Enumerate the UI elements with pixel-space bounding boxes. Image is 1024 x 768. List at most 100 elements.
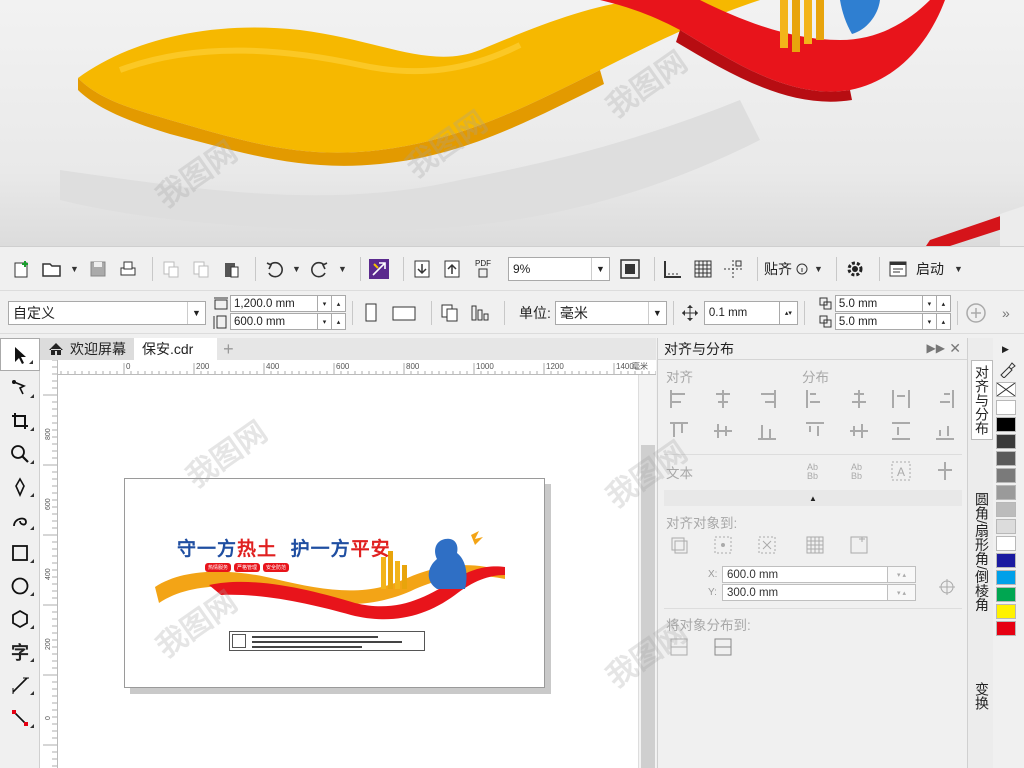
color-swatch[interactable] bbox=[996, 451, 1016, 466]
distribute-to-selection-icon[interactable] bbox=[668, 636, 690, 658]
ellipse-tool-icon[interactable] bbox=[0, 569, 40, 602]
save-icon[interactable] bbox=[86, 257, 110, 281]
docker-close-icon[interactable]: ✕ bbox=[949, 340, 961, 357]
rectangle-tool-icon[interactable] bbox=[0, 536, 40, 569]
shape-tool-icon[interactable] bbox=[0, 371, 40, 404]
distribute-center-h-icon[interactable] bbox=[848, 388, 870, 410]
text-outline-icon[interactable] bbox=[934, 460, 956, 482]
print-icon[interactable] bbox=[116, 257, 140, 281]
align-left-icon[interactable] bbox=[668, 388, 690, 410]
show-grid-icon[interactable] bbox=[691, 257, 715, 281]
vertical-ruler[interactable]: 8006004002000-200 bbox=[40, 360, 58, 768]
snap-to-menu-label[interactable]: 贴齐 bbox=[764, 259, 792, 279]
launch-dropdown-icon[interactable]: ▼ bbox=[954, 264, 964, 274]
tab-document[interactable]: 保安.cdr bbox=[134, 338, 218, 360]
text-bounding-box-icon[interactable]: A bbox=[890, 460, 912, 482]
add-tab-button[interactable]: + bbox=[217, 338, 239, 360]
horizontal-ruler[interactable]: 0 200 400 600 800 1000 1200 1400 毫米 bbox=[58, 360, 656, 375]
launch-menu-label[interactable]: 启动 bbox=[916, 259, 944, 279]
options-gear-icon[interactable] bbox=[843, 257, 867, 281]
align-center-h-icon[interactable] bbox=[712, 388, 734, 410]
page-height-input[interactable]: 600.0 mm bbox=[230, 313, 318, 330]
color-swatch[interactable] bbox=[996, 604, 1016, 619]
cut-icon[interactable] bbox=[159, 257, 183, 281]
duplicate-y-input[interactable]: 5.0 mm bbox=[834, 313, 923, 330]
color-swatch[interactable] bbox=[996, 519, 1016, 534]
artistic-media-tool-icon[interactable] bbox=[0, 503, 40, 536]
align-center-v-icon[interactable] bbox=[712, 420, 734, 442]
unit-select[interactable]: 毫米 ▼ bbox=[554, 300, 667, 325]
width-spinner-icon[interactable]: ▾ bbox=[318, 295, 332, 312]
nudge-distance-input[interactable]: 0.1 mm bbox=[703, 300, 780, 325]
application-launcher-icon[interactable] bbox=[886, 257, 910, 281]
distribute-bottom-icon[interactable] bbox=[934, 420, 956, 442]
drawing-canvas[interactable]: 守一方热土 护一方平安 热情服务 严格管理 安全防范 bbox=[58, 375, 638, 768]
color-swatch[interactable] bbox=[996, 502, 1016, 517]
distribute-top-icon[interactable] bbox=[804, 420, 826, 442]
redo-dropdown-icon[interactable]: ▼ bbox=[338, 264, 348, 274]
freehand-tool-icon[interactable] bbox=[0, 470, 40, 503]
snap-dropdown-icon[interactable]: ▼ bbox=[814, 264, 824, 274]
dup-x-spinner-up-icon[interactable]: ▴ bbox=[936, 295, 951, 312]
landscape-orientation-icon[interactable] bbox=[389, 301, 419, 325]
unit-dropdown-icon[interactable]: ▼ bbox=[647, 301, 666, 324]
add-plus-circle-icon[interactable] bbox=[964, 301, 988, 325]
align-to-page-edge-icon[interactable] bbox=[712, 534, 734, 556]
text-align-last-baseline-icon[interactable]: AbBb bbox=[848, 460, 870, 482]
crop-tool-icon[interactable] bbox=[0, 404, 40, 437]
vertical-scrollbar[interactable] bbox=[638, 375, 656, 768]
redo-icon[interactable] bbox=[308, 257, 332, 281]
new-document-icon[interactable] bbox=[10, 257, 34, 281]
preset-dropdown-icon[interactable]: ▼ bbox=[187, 301, 205, 324]
page-size-preset-select[interactable]: 自定义 ▼ bbox=[8, 300, 206, 325]
color-swatch[interactable] bbox=[996, 468, 1016, 483]
color-swatch[interactable] bbox=[996, 417, 1016, 432]
text-align-first-baseline-icon[interactable]: AbBb bbox=[804, 460, 826, 482]
export-icon[interactable] bbox=[440, 257, 464, 281]
overflow-chevrons-icon[interactable]: » bbox=[994, 301, 1018, 325]
document-page[interactable]: 守一方热土 护一方平安 热情服务 严格管理 安全防范 bbox=[124, 478, 545, 688]
pick-tool-icon[interactable] bbox=[0, 338, 40, 371]
open-folder-icon[interactable] bbox=[40, 257, 64, 281]
paste-icon[interactable] bbox=[219, 257, 243, 281]
side-tab-align[interactable]: 对齐与分布 bbox=[971, 360, 993, 440]
portrait-orientation-icon[interactable] bbox=[359, 301, 383, 325]
color-swatch[interactable] bbox=[996, 434, 1016, 449]
color-swatch[interactable] bbox=[996, 536, 1016, 551]
distribute-center-v-icon[interactable] bbox=[848, 420, 870, 442]
color-swatch[interactable] bbox=[996, 587, 1016, 602]
dup-x-spinner-icon[interactable]: ▾ bbox=[922, 295, 937, 312]
undo-dropdown-icon[interactable]: ▼ bbox=[292, 264, 302, 274]
color-swatch[interactable] bbox=[996, 621, 1016, 636]
tab-welcome-screen[interactable]: 欢迎屏幕 bbox=[40, 338, 134, 360]
x-coordinate-input[interactable]: 600.0 mm bbox=[722, 566, 888, 583]
y-coordinate-input[interactable]: 300.0 mm bbox=[722, 584, 888, 601]
height-spinner-up-icon[interactable]: ▴ bbox=[332, 313, 346, 330]
dup-y-spinner-icon[interactable]: ▾ bbox=[922, 313, 937, 330]
y-spinner-icon[interactable]: ▾ ▴ bbox=[888, 584, 916, 601]
align-to-active-object-icon[interactable] bbox=[668, 534, 690, 556]
current-page-icon[interactable] bbox=[468, 301, 492, 325]
target-crosshair-icon[interactable] bbox=[936, 576, 958, 598]
align-to-page-center-icon[interactable] bbox=[756, 534, 778, 556]
align-to-point-icon[interactable] bbox=[848, 534, 870, 556]
docker-expand-icon[interactable]: ▶▶ bbox=[927, 341, 945, 355]
eyedropper-icon[interactable] bbox=[998, 360, 1016, 378]
publish-pdf-icon[interactable]: PDF bbox=[470, 257, 496, 281]
undo-icon[interactable] bbox=[262, 257, 286, 281]
width-spinner-up-icon[interactable]: ▴ bbox=[332, 295, 346, 312]
full-screen-icon[interactable] bbox=[618, 257, 642, 281]
color-swatch[interactable] bbox=[996, 400, 1016, 415]
no-color-swatch[interactable] bbox=[996, 382, 1016, 397]
scrollbar-thumb[interactable] bbox=[641, 445, 655, 768]
chevron-down-icon[interactable]: ▼ bbox=[70, 264, 80, 274]
color-swatch[interactable] bbox=[996, 553, 1016, 568]
align-right-icon[interactable] bbox=[756, 388, 778, 410]
distribute-right-icon[interactable] bbox=[934, 388, 956, 410]
parallel-dimension-tool-icon[interactable] bbox=[0, 668, 40, 701]
connector-tool-icon[interactable] bbox=[0, 701, 40, 734]
zoom-level-select[interactable]: 9% ▼ bbox=[508, 256, 610, 281]
duplicate-x-input[interactable]: 5.0 mm bbox=[834, 295, 923, 312]
search-content-icon[interactable] bbox=[367, 257, 391, 281]
text-tool-icon[interactable]: 字 bbox=[0, 635, 40, 668]
